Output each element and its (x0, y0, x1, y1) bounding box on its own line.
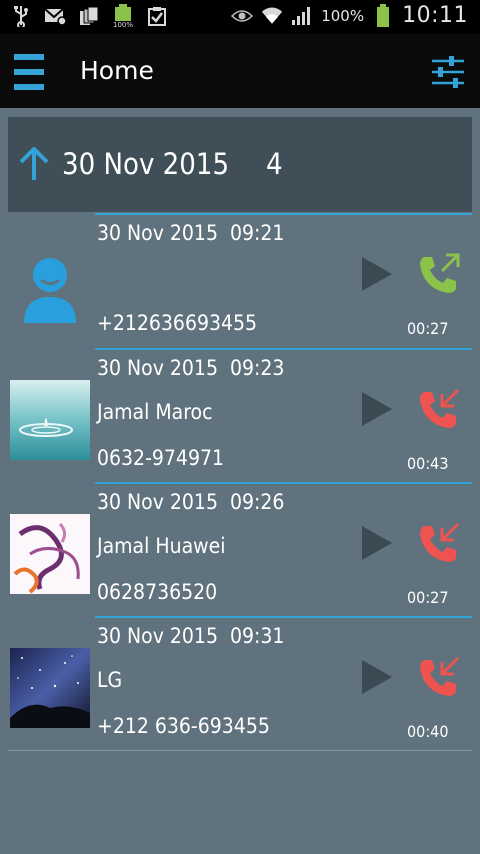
usb-icon (10, 5, 32, 27)
play-recording-icon[interactable] (360, 658, 394, 696)
outgoing-call-icon (420, 253, 460, 293)
status-left-icons: 100% (10, 4, 168, 28)
incoming-call-icon (420, 522, 460, 562)
avatar (10, 380, 90, 460)
call-datetime: 30 Nov 2015 09:23 (97, 356, 285, 380)
status-right-icons: 100% 10:11 (231, 3, 468, 28)
date-group-header[interactable]: 30 Nov 2015 4 (8, 117, 472, 211)
avatar (10, 514, 90, 594)
signal-icon (291, 5, 313, 27)
call-duration: 00:27 (407, 588, 449, 607)
contact-name: Jamal Huawei (97, 534, 226, 558)
incoming-call-icon (420, 388, 460, 428)
message-icon (44, 5, 66, 27)
call-datetime: 30 Nov 2015 09:21 (97, 221, 285, 245)
play-recording-icon[interactable] (360, 255, 394, 293)
contact-name: Jamal Maroc (97, 400, 213, 424)
svg-text:100%: 100% (113, 21, 133, 28)
phone-number: +212 636-693455 (97, 714, 270, 738)
play-recording-icon[interactable] (360, 390, 394, 428)
sliders-icon (432, 56, 464, 88)
call-duration: 00:40 (407, 722, 449, 741)
sim-cards-icon (78, 5, 100, 27)
call-datetime: 30 Nov 2015 09:31 (97, 624, 285, 648)
clipboard-check-icon (146, 5, 168, 27)
wifi-icon (261, 5, 283, 27)
group-call-count: 4 (266, 147, 283, 181)
phone-number: 0628736520 (97, 580, 218, 604)
incoming-call-icon (420, 656, 460, 696)
phone-number: 0632-974971 (97, 446, 224, 470)
call-duration: 00:27 (407, 319, 449, 338)
battery-full-icon: 100% (112, 4, 134, 28)
collapse-up-arrow-icon (19, 147, 49, 180)
filter-settings-button[interactable] (430, 54, 466, 90)
call-duration: 00:43 (407, 454, 449, 473)
app-bar: Home (0, 34, 480, 108)
call-list-item[interactable]: 30 Nov 2015 09:23 Jamal Maroc 0632-97497… (0, 350, 480, 484)
battery-percent: 100% (321, 6, 365, 25)
call-list-item[interactable]: 30 Nov 2015 09:31 LG +212 636-693455 00:… (0, 618, 480, 752)
avatar (10, 245, 90, 325)
call-list-item[interactable]: 30 Nov 2015 09:21 +212636693455 00:27 (0, 215, 480, 349)
group-date: 30 Nov 2015 (62, 147, 230, 181)
call-datetime: 30 Nov 2015 09:26 (97, 490, 285, 514)
status-bar: 100% 100% 10:11 (0, 0, 480, 34)
menu-button[interactable] (14, 54, 46, 94)
abstract-ink-photo (10, 514, 90, 594)
contact-name: LG (97, 668, 123, 692)
status-clock: 10:11 (402, 3, 468, 28)
page-title: Home (80, 56, 154, 85)
play-recording-icon[interactable] (360, 524, 394, 562)
phone-number: +212636693455 (97, 311, 258, 335)
default-contact-icon (24, 258, 76, 323)
water-drop-photo (10, 380, 90, 460)
starry-sky-photo (10, 648, 90, 728)
hamburger-menu-icon (14, 54, 44, 90)
avatar (10, 648, 90, 728)
list-end-divider (8, 750, 472, 751)
call-list-item[interactable]: 30 Nov 2015 09:26 Jamal Huawei 062873652… (0, 484, 480, 618)
battery-icon (372, 3, 394, 27)
eye-icon (231, 5, 254, 27)
